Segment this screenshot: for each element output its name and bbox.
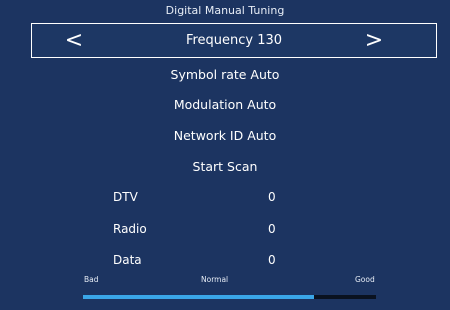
radio-count: 0 bbox=[268, 222, 276, 236]
screen-title: Digital Manual Tuning bbox=[165, 4, 285, 17]
dtv-label: DTV bbox=[113, 190, 138, 204]
data-count: 0 bbox=[268, 253, 276, 267]
signal-quality-bar bbox=[83, 295, 376, 299]
symbol-rate-option[interactable]: Symbol rate Auto bbox=[0, 67, 450, 82]
data-label: Data bbox=[113, 253, 142, 267]
radio-label: Radio bbox=[113, 222, 147, 236]
network-id-option[interactable]: Network ID Auto bbox=[0, 128, 450, 143]
signal-quality-fill bbox=[83, 295, 315, 299]
quality-bad-label: Bad bbox=[84, 275, 99, 284]
quality-good-label: Good bbox=[355, 275, 375, 284]
modulation-option[interactable]: Modulation Auto bbox=[0, 97, 450, 112]
quality-normal-label: Normal bbox=[201, 275, 229, 284]
chevron-right-icon[interactable]: > bbox=[362, 24, 386, 57]
start-scan-button[interactable]: Start Scan bbox=[0, 159, 450, 174]
frequency-selector[interactable]: < Frequency 130 > bbox=[31, 23, 437, 58]
dtv-count: 0 bbox=[268, 190, 276, 204]
